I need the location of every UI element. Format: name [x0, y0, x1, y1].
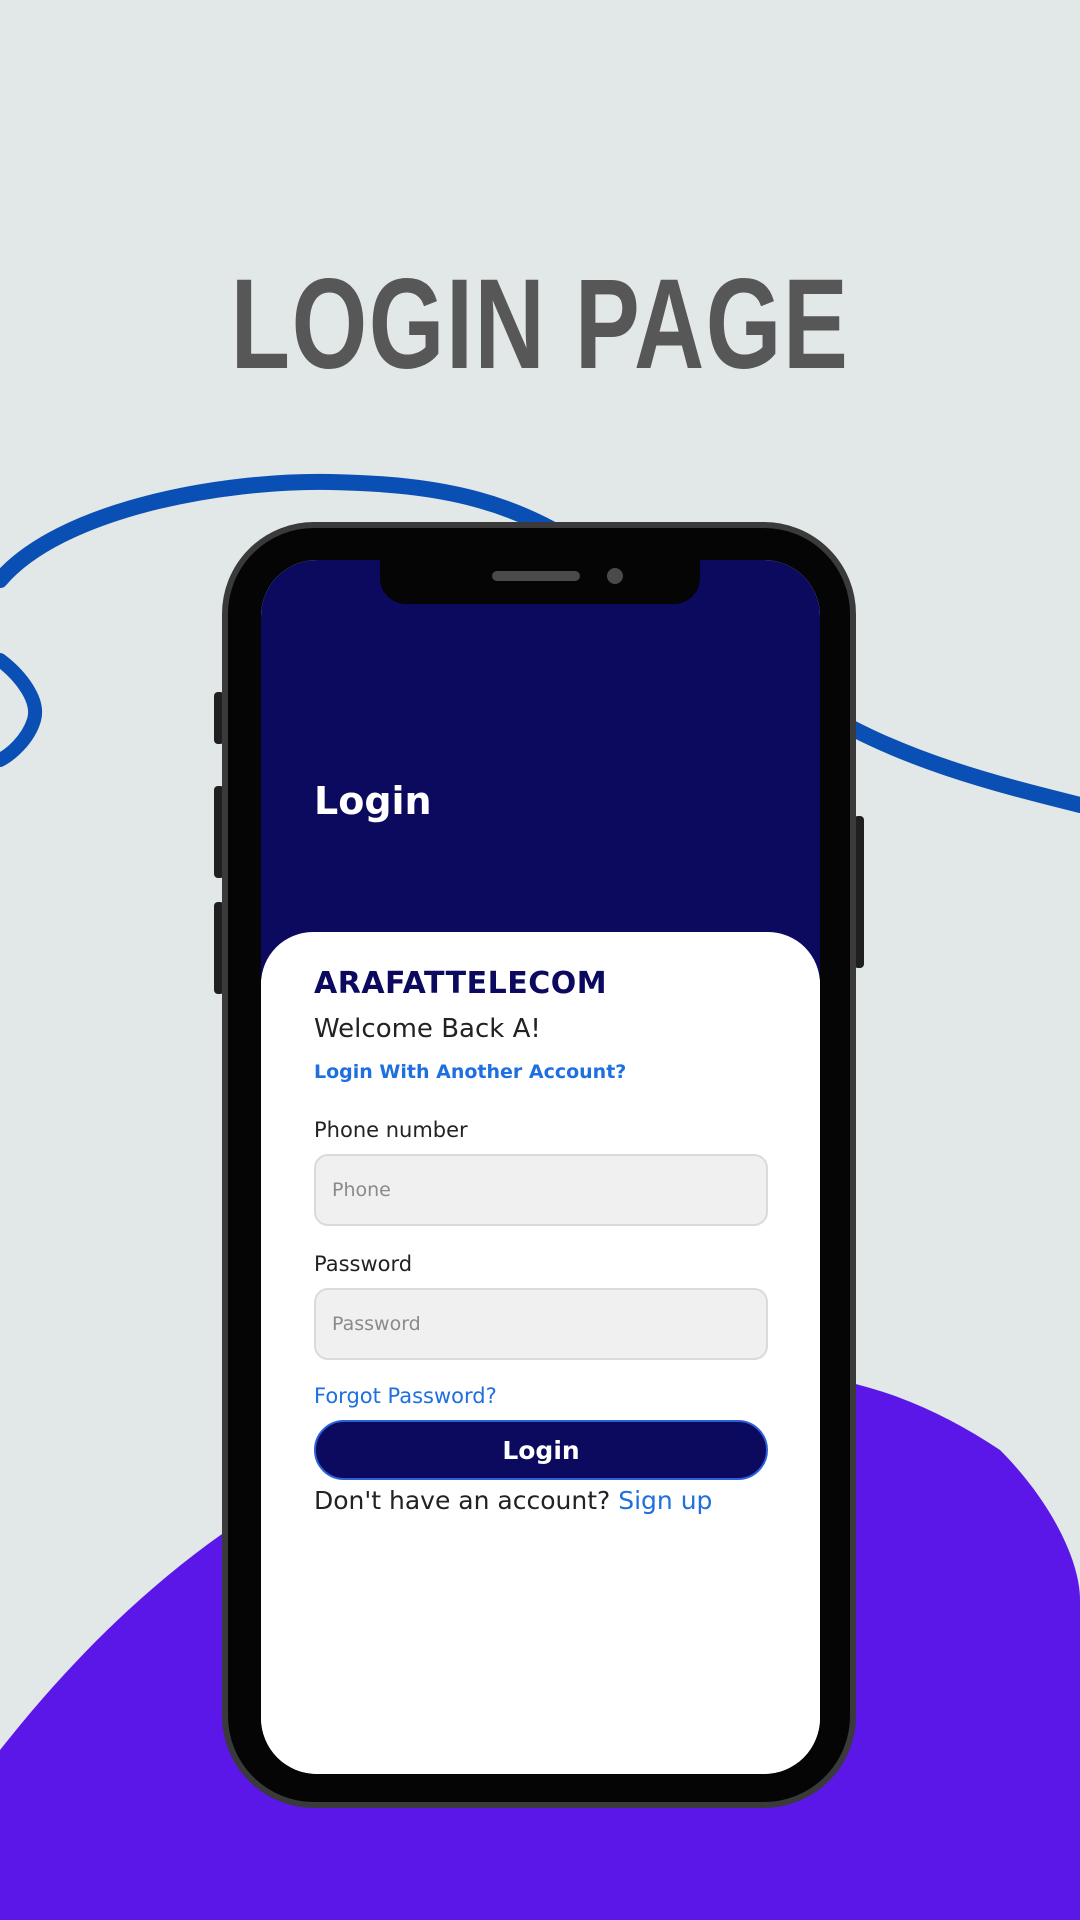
app-header: Login	[261, 560, 820, 980]
signup-row: Don't have an account? Sign up	[314, 1484, 712, 1518]
header-title: Login	[314, 779, 432, 823]
signup-link[interactable]: Sign up	[618, 1486, 712, 1515]
brand-name: ARAFATTELECOM	[314, 966, 608, 1001]
forgot-password-link[interactable]: Forgot Password?	[314, 1382, 497, 1410]
login-another-account-link[interactable]: Login With Another Account?	[314, 1060, 626, 1084]
promo-title: LOGIN PAGE	[230, 253, 850, 396]
signup-prompt: Don't have an account?	[314, 1486, 611, 1515]
welcome-message: Welcome Back A!	[314, 1014, 541, 1044]
login-button[interactable]: Login	[314, 1420, 768, 1480]
login-card: ARAFATTELECOM Welcome Back A! Login With…	[261, 932, 820, 1774]
speaker-grille	[492, 571, 580, 581]
password-input[interactable]	[314, 1288, 768, 1360]
front-camera-icon	[607, 568, 623, 584]
password-label: Password	[314, 1252, 413, 1276]
phone-screen: Login ARAFATTELECOM Welcome Back A! Logi…	[261, 560, 820, 1774]
phone-number-label: Phone number	[314, 1118, 468, 1142]
blue-swirl-loop	[0, 653, 43, 767]
phone-input[interactable]	[314, 1154, 768, 1226]
